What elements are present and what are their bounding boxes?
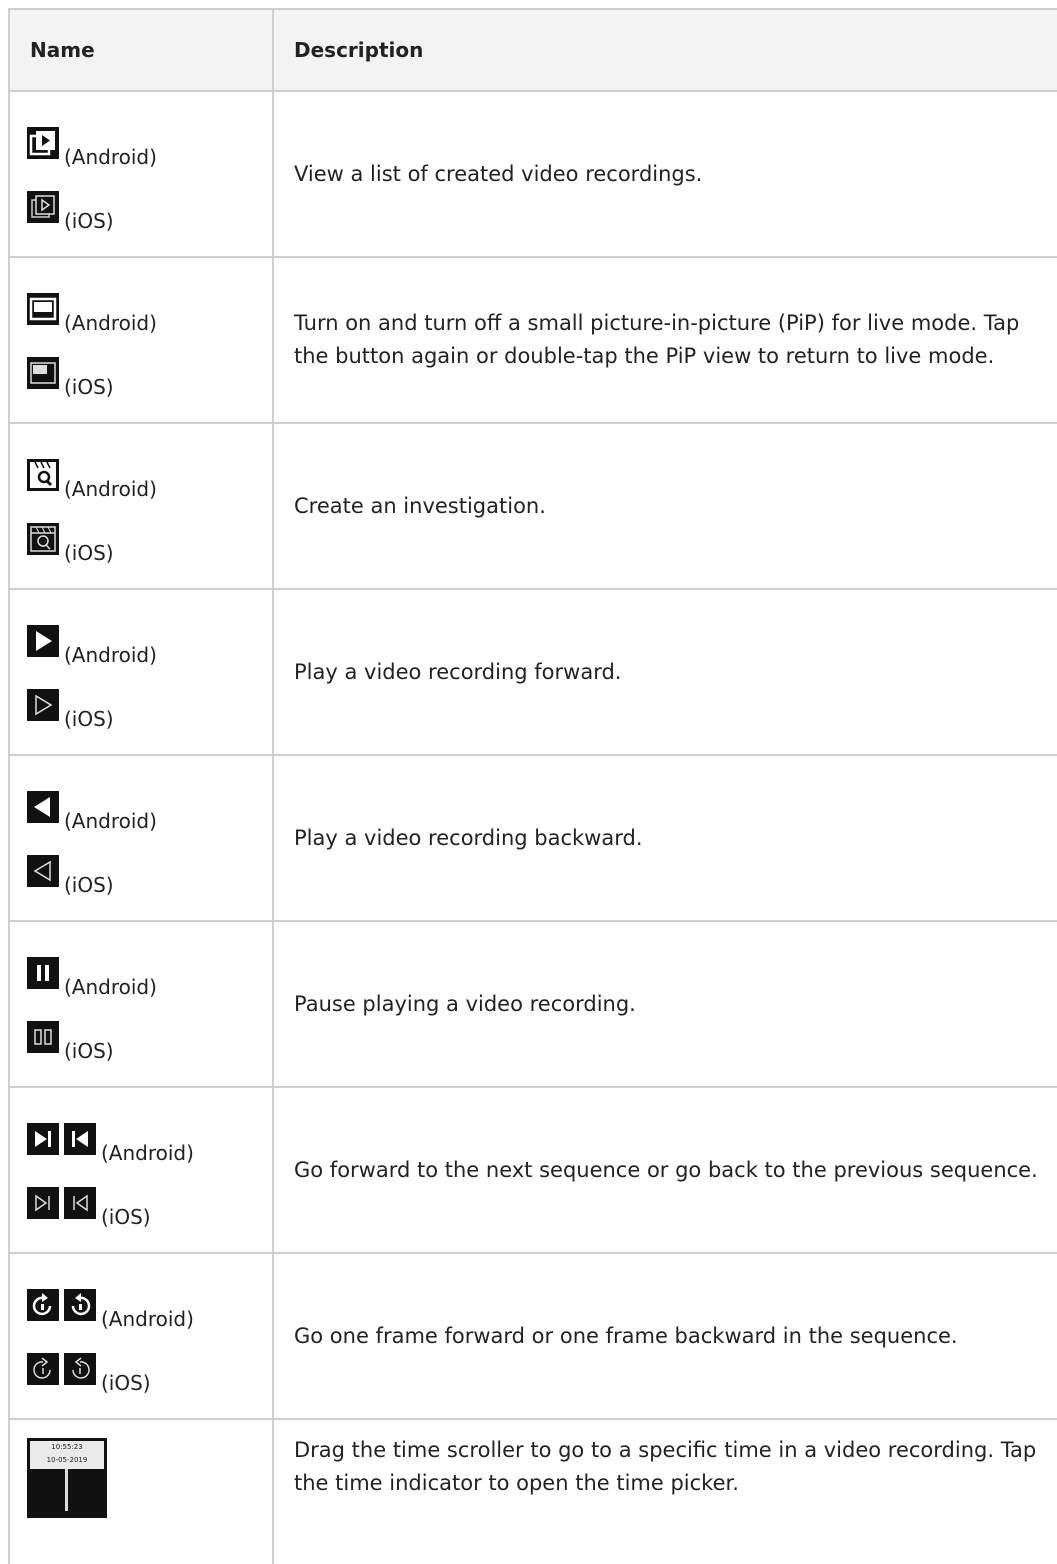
header-name: Name [10,10,274,90]
next-sequence-icon [27,1123,59,1155]
ios-label: (iOS) [64,541,114,565]
row-description: Play a video recording backward. [294,825,643,850]
android-label: (Android) [101,1307,194,1331]
next-sequence-outline-icon [27,1187,59,1219]
frame-backward-icon [64,1289,96,1321]
android-label: (Android) [64,311,157,335]
play-backward-outline-icon [27,855,59,887]
row-description: Play a video recording forward. [294,659,622,684]
table-row: (Android) (iOS) Play a video recording b… [10,756,1057,922]
table-row: (Android) (iOS) View a list of created v… [10,92,1057,258]
scroller-time: 10:55:23 [51,1443,83,1451]
ios-label: (iOS) [101,1371,151,1395]
table-row: (Android) (iOS) Play a video recording f… [10,590,1057,756]
ios-label: (iOS) [101,1205,151,1229]
play-forward-icon [27,625,59,657]
row-description: Go forward to the next sequence or go ba… [294,1157,1038,1182]
android-label: (Android) [64,477,157,501]
row-description: Go one frame forward or one frame backwa… [294,1323,958,1348]
recordings-list-icon [27,127,59,159]
header-description: Description [294,37,424,62]
android-label: (Android) [64,643,157,667]
picture-in-picture-icon [27,293,59,325]
table-row: 10:55:23 10-05-2019 Drag the time scroll… [10,1420,1057,1564]
android-label: (Android) [64,145,157,169]
controls-table: Name Description (Android) (iOS) View a … [8,8,1057,1564]
row-description: Create an investigation. [294,493,546,518]
table-row: (Android) (iOS) Create an investigation. [10,424,1057,590]
row-description: View a list of created video recordings. [294,161,703,186]
android-label: (Android) [64,809,157,833]
table-row: (Android) (iOS) Pause playing a video re… [10,922,1057,1088]
play-forward-outline-icon [27,689,59,721]
row-description: Pause playing a video recording. [294,991,636,1016]
frame-backward-outline-icon [64,1353,96,1385]
frame-forward-outline-icon [27,1353,59,1385]
pause-icon [27,957,59,989]
ios-label: (iOS) [64,375,114,399]
table-row: (Android) (iOS) Turn on and turn off a s… [10,258,1057,424]
row-description: Drag the time scroller to go to a specif… [294,1438,1037,1495]
frame-forward-icon [27,1289,59,1321]
play-backward-icon [27,791,59,823]
recordings-list-outline-icon [27,191,59,223]
previous-sequence-outline-icon [64,1187,96,1219]
ios-label: (iOS) [64,873,114,897]
table-row: (Android) (iOS) Go one frame forward or … [10,1254,1057,1420]
investigation-outline-icon [27,523,59,555]
time-scroller-icon: 10:55:23 10-05-2019 [27,1438,107,1518]
pause-outline-icon [27,1021,59,1053]
table-row: (Android) (iOS) Go forward to the next s… [10,1088,1057,1254]
ios-label: (iOS) [64,1039,114,1063]
row-description: Turn on and turn off a small picture-in-… [294,311,1020,368]
android-label: (Android) [101,1141,194,1165]
scroller-stem [65,1469,68,1511]
scroller-date: 10-05-2019 [46,1456,88,1464]
ios-label: (iOS) [64,209,114,233]
android-label: (Android) [64,975,157,999]
previous-sequence-icon [64,1123,96,1155]
investigation-icon [27,459,59,491]
table-header: Name Description [10,10,1057,92]
picture-in-picture-outline-icon [27,357,59,389]
ios-label: (iOS) [64,707,114,731]
